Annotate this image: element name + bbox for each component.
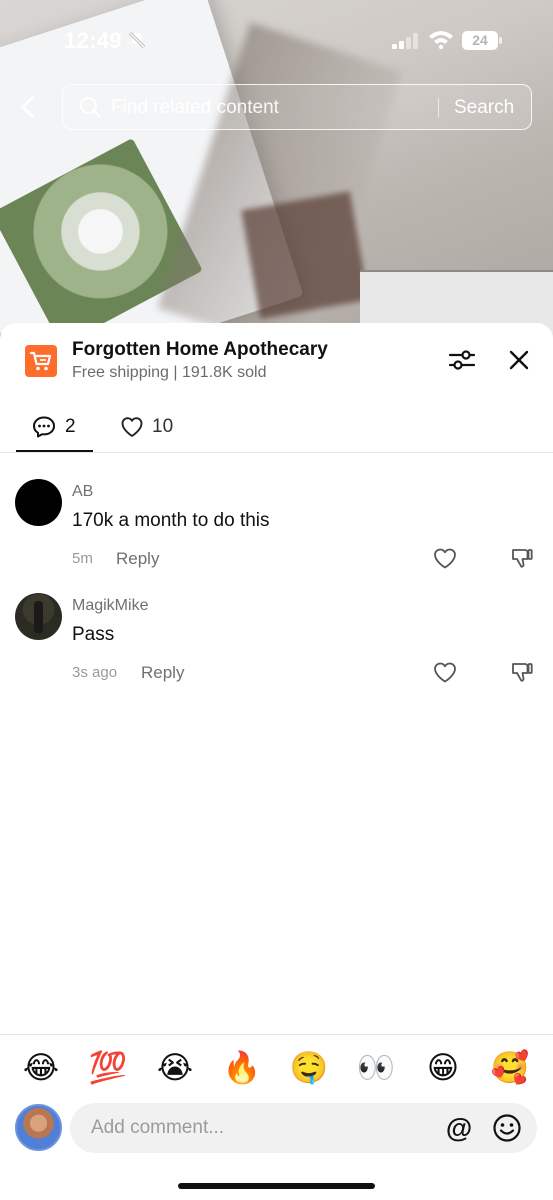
composer-divider bbox=[0, 1034, 553, 1035]
thumbs-down-icon[interactable] bbox=[509, 546, 535, 570]
page-flip-dark bbox=[241, 191, 369, 319]
comment-username[interactable]: AB bbox=[72, 483, 93, 501]
thumbs-down-icon[interactable] bbox=[509, 660, 535, 684]
emoji-button[interactable]: 😭 bbox=[155, 1048, 195, 1088]
my-avatar bbox=[15, 1104, 62, 1151]
comment-icon bbox=[33, 416, 55, 438]
back-arrow-icon[interactable] bbox=[16, 94, 42, 120]
heart-icon[interactable] bbox=[432, 660, 458, 684]
comment-username[interactable]: MagikMike bbox=[72, 597, 148, 615]
comment-text: 170k a month to do this bbox=[72, 510, 270, 531]
emoji-button[interactable]: 🤤 bbox=[289, 1048, 329, 1088]
emoji-button[interactable]: 👀 bbox=[356, 1048, 396, 1088]
search-bar[interactable]: Find related content Search bbox=[62, 84, 532, 130]
reply-button[interactable]: Reply bbox=[141, 663, 184, 683]
emoji-button[interactable]: 🥰 bbox=[490, 1048, 530, 1088]
search-button[interactable]: Search bbox=[454, 97, 514, 119]
emoji-quick-bar: 😂 💯 😭 🔥 🤤 👀 😁 🥰 bbox=[0, 1048, 553, 1088]
tab-likes[interactable]: 10 bbox=[118, 403, 188, 453]
emoji-button[interactable]: 😁 bbox=[423, 1048, 463, 1088]
emoji-picker-icon[interactable] bbox=[492, 1113, 522, 1143]
chamomile-photo bbox=[0, 138, 203, 346]
search-input[interactable]: Find related content bbox=[111, 97, 279, 119]
comment-timestamp: 3s ago bbox=[72, 664, 118, 681]
filter-icon[interactable] bbox=[448, 347, 476, 373]
avatar[interactable] bbox=[15, 593, 62, 640]
shop-title[interactable]: Forgotten Home Apothecary bbox=[72, 339, 328, 361]
tab-divider bbox=[0, 452, 553, 453]
signal-icon bbox=[392, 33, 418, 49]
comment-text: Pass bbox=[72, 624, 115, 645]
shop-subtitle: Free shipping | 191.8K sold bbox=[72, 364, 267, 381]
like-count: 10 bbox=[152, 416, 174, 437]
heart-icon bbox=[121, 417, 143, 437]
comment-item: MagikMike Pass 3s ago Reply bbox=[0, 593, 553, 703]
emoji-button[interactable]: 🔥 bbox=[222, 1048, 262, 1088]
avatar[interactable] bbox=[15, 479, 62, 526]
mention-icon[interactable]: @ bbox=[444, 1113, 474, 1143]
shopping-cart-icon[interactable] bbox=[25, 345, 57, 377]
wifi-icon bbox=[429, 31, 453, 49]
comment-input[interactable]: Add comment... @ bbox=[70, 1103, 537, 1153]
battery-level: 24 bbox=[472, 32, 488, 48]
status-bar: 12:49 24 bbox=[0, 0, 553, 80]
emoji-button[interactable]: 💯 bbox=[88, 1048, 128, 1088]
search-icon bbox=[80, 97, 101, 118]
home-indicator bbox=[178, 1183, 375, 1189]
tab-comments[interactable]: 2 bbox=[16, 403, 94, 453]
comment-timestamp: 5m bbox=[72, 550, 93, 567]
emoji-button[interactable]: 😂 bbox=[21, 1048, 61, 1088]
bell-off-icon bbox=[128, 31, 146, 49]
comment-item: AB 170k a month to do this 5m Reply bbox=[0, 479, 553, 589]
close-icon[interactable] bbox=[508, 349, 530, 371]
comment-count: 2 bbox=[65, 416, 76, 437]
comments-sheet: Forgotten Home Apothecary Free shipping … bbox=[0, 323, 553, 1200]
reply-button[interactable]: Reply bbox=[116, 549, 159, 569]
status-time: 12:49 bbox=[64, 28, 122, 53]
search-divider bbox=[438, 98, 439, 118]
heart-icon[interactable] bbox=[432, 546, 458, 570]
comment-placeholder[interactable]: Add comment... bbox=[91, 1117, 224, 1139]
